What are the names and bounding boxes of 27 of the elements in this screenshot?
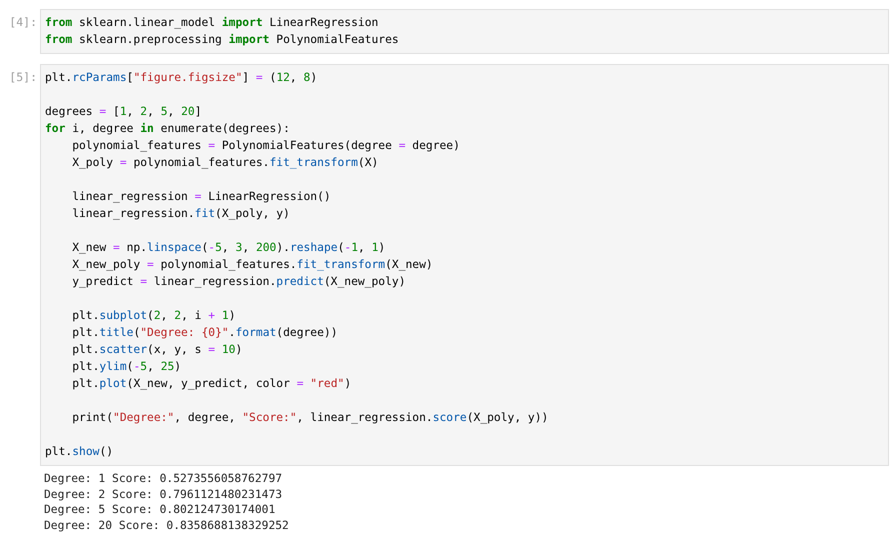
code-line: degrees = [1, 2, 5, 20] (45, 104, 202, 120)
code-line: linear_regression.fit(X_poly, y) (71, 206, 290, 222)
code-line: linear_regression = LinearRegression() (71, 189, 331, 205)
code-line: plt.plot(X_new, y_predict, color = "red") (71, 376, 352, 392)
code-cell[interactable] (40, 64, 889, 466)
output-line: Degree: 5 Score: 0.802124730174001 (44, 502, 276, 518)
code-line: for i, degree in enumerate(degrees): (45, 121, 290, 137)
code-line: from sklearn.linear_model import LinearRegression (45, 15, 378, 31)
output-line: Degree: 1 Score: 0.5273556058762797 (44, 471, 282, 487)
output-line: Degree: 2 Score: 0.7961121480231473 (44, 486, 282, 502)
cell-prompt: [4]: (9, 14, 37, 31)
code-line: plt.show() (45, 444, 114, 460)
code-line: plt.scatter(x, y, s = 10) (71, 342, 242, 358)
code-line: plt.rcParams["figure.figsize"] = (12, 8) (45, 70, 318, 86)
code-line: polynomial_features = PolynomialFeatures(degree = degree) (71, 138, 460, 154)
code-line: print("Degree:", degree, "Score:", linear_regression.score(X_poly, y)) (71, 410, 548, 426)
code-line: y_predict = linear_regression.predict(X_new_poly) (71, 274, 406, 290)
output-line: Degree: 20 Score: 0.8358688138329252 (44, 518, 289, 534)
code-cell[interactable]: from sklearn.linear_model import LinearRegression from sklearn.preprocessing import PolynomialFeatures (40, 9, 889, 54)
cell-prompt: [5]: (9, 69, 37, 86)
code-line: plt.title("Degree: {0}".format(degree)) (71, 325, 338, 341)
code-line: X_poly = polynomial_features.fit_transform(X) (71, 155, 378, 171)
code-line: X_new_poly = polynomial_features.fit_transform(X_new) (71, 257, 433, 273)
code-line: from sklearn.preprocessing import PolynomialFeatures (45, 32, 399, 48)
code-line: plt.ylim(-5, 25) (71, 359, 182, 375)
code-line: X_new = np.linspace(-5, 3, 200).reshape(-1, 1) (71, 240, 386, 256)
code-line: plt.subplot(2, 2, i + 1) (71, 308, 236, 324)
